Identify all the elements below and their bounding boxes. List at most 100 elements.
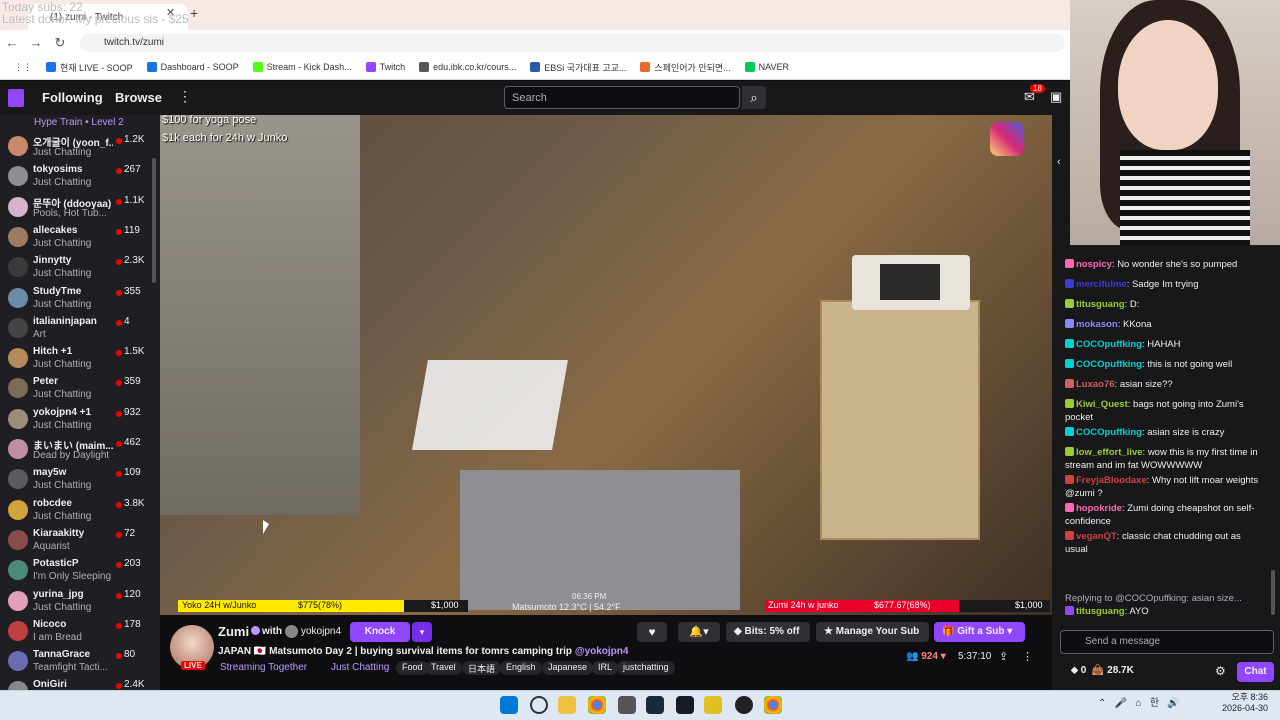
nav-following[interactable]: Following [42, 90, 103, 105]
taskbar-search-icon[interactable] [530, 696, 548, 714]
bookmark-3[interactable]: Twitch [365, 62, 405, 72]
reload-icon[interactable]: ↻ [48, 35, 72, 51]
sidebar-channel[interactable]: PotasticP I'm Only Sleeping 203 [0, 555, 152, 585]
apps-icon[interactable]: ⋮⋮ [14, 62, 32, 73]
tag-pill[interactable]: 日本語 [462, 661, 502, 675]
followed-channels-sidebar: Hype Train • Level 2 오개굴이 (yoon_f... Just… [0, 115, 160, 690]
gift-sub-button[interactable]: 🎁 Gift a Sub ▾ [934, 622, 1025, 642]
bookmark-6[interactable]: 스페인어가 안되면... [640, 61, 731, 74]
channel-points[interactable]: ⬥ 0 👜 28.7K [1071, 665, 1134, 676]
chat-username[interactable]: COCOpuffking [1076, 339, 1142, 350]
chat-scrollbar[interactable] [1271, 570, 1275, 615]
tag-pill[interactable]: Food [396, 661, 429, 675]
cohost-avatar[interactable] [285, 625, 298, 638]
chat-username[interactable]: titusguang [1076, 299, 1125, 310]
sidebar-channel[interactable]: Kiaraakitty Aquarist 72 [0, 525, 152, 555]
tag-pill[interactable]: justchatting [617, 661, 675, 675]
sidebar-channel[interactable]: may5w Just Chatting 109 [0, 464, 152, 494]
collapse-chat-icon[interactable]: ‹ [1057, 156, 1061, 168]
twitch-logo-icon[interactable] [8, 89, 24, 107]
sidebar-channel[interactable]: allecakes Just Chatting 119 [0, 222, 152, 252]
url-field[interactable]: twitch.tv/zumi [80, 34, 1065, 52]
tag-pill[interactable]: Japanese [542, 661, 594, 675]
follow-heart-icon[interactable]: ♥ [637, 622, 667, 642]
sidebar-channel[interactable]: Nicoco I am Bread 178 [0, 616, 152, 646]
chevron-down-icon[interactable]: ▾ [412, 622, 432, 642]
channel-name: italianinjapan [33, 315, 97, 327]
forward-icon[interactable]: → [24, 35, 48, 50]
chat-username[interactable]: veganQT [1076, 531, 1117, 542]
system-tray[interactable]: ⌃ 🎤 ⌂ 한 🔊 [1098, 694, 1180, 709]
more-icon[interactable]: ⋮ [178, 88, 192, 105]
wallet-icon[interactable]: ▣ [1050, 89, 1062, 105]
chat-username[interactable]: hopokride [1076, 503, 1122, 514]
app-icon[interactable] [646, 696, 664, 714]
sidebar-channel[interactable]: robcdee Just Chatting 3.8K [0, 495, 152, 525]
sidebar-channel[interactable]: yokojpn4 +1 Just Chatting 932 [0, 404, 152, 434]
chat-username[interactable]: nospicy [1076, 259, 1112, 270]
back-icon[interactable]: ← [0, 35, 24, 50]
category-link[interactable]: Just Chatting [331, 662, 389, 673]
chrome-icon[interactable] [588, 696, 606, 714]
tag-pill[interactable]: English [500, 661, 542, 675]
sidebar-channel[interactable]: Peter Just Chatting 359 [0, 373, 152, 403]
chat-username[interactable]: FreyjaBloodaxe [1076, 475, 1147, 486]
sidebar-channel[interactable]: OniGiri 2.4K [0, 676, 152, 690]
chat-username[interactable]: low_effort_live [1076, 447, 1143, 458]
bookmark-2[interactable]: Stream - Kick Dash... [252, 62, 352, 72]
chat-settings-icon[interactable]: ⚙ [1215, 664, 1226, 678]
sidebar-channel[interactable]: yurina_jpg Just Chatting 120 [0, 586, 152, 616]
cohost-name[interactable]: yokojpn4 [301, 626, 341, 637]
knock-button[interactable]: Knock [350, 622, 410, 642]
sidebar-channel[interactable]: tokyosims Just Chatting 267 [0, 161, 152, 191]
chat-send-button[interactable]: Chat [1237, 662, 1274, 682]
notification-bell-icon[interactable]: 🔔▾ [678, 622, 720, 642]
search-icon[interactable]: ⌕ [742, 86, 766, 109]
chat-username[interactable]: mokason [1076, 319, 1118, 330]
chat-username[interactable]: COCOpuffking [1076, 427, 1142, 438]
notepad-icon[interactable] [618, 696, 636, 714]
channel-avatar [8, 620, 28, 641]
chat-username[interactable]: Luxao76 [1076, 379, 1115, 390]
system-clock[interactable]: 오후 8:36 2026-04-30 [1222, 692, 1268, 714]
obs-icon[interactable] [735, 696, 753, 714]
bookmark-7[interactable]: NAVER [744, 62, 789, 72]
chat-username[interactable]: COCOpuffking [1076, 359, 1142, 370]
share-icon[interactable]: ⇪ [999, 650, 1008, 663]
tag-pill[interactable]: IRL [592, 661, 619, 675]
steam-icon[interactable] [676, 696, 694, 714]
manage-sub-button[interactable]: ★ Manage Your Sub [816, 622, 929, 642]
sidebar-scrollbar[interactable] [152, 158, 156, 283]
chat-username[interactable]: mercifulme [1076, 279, 1127, 290]
stream-title-mention[interactable]: @yokojpn4 [575, 646, 629, 657]
bookmark-4[interactable]: edu.ibk.co.kr/cours... [419, 62, 516, 72]
bookmark-1[interactable]: Dashboard - SOOP [146, 62, 239, 72]
sidebar-channel[interactable]: TannaGrace Teamfight Tacti... 80 [0, 646, 152, 676]
streamer-name[interactable]: Zumi [218, 624, 249, 639]
sidebar-channel[interactable]: StudyTme Just Chatting 355 [0, 283, 152, 313]
chrome-icon[interactable] [764, 696, 782, 714]
chat-username[interactable]: Kiwi_Quest [1076, 399, 1128, 410]
bits-button[interactable]: ◆ Bits: 5% off [726, 622, 810, 642]
sidebar-channel[interactable]: Jinnytty Just Chatting 2.3K [0, 252, 152, 282]
sidebar-channel[interactable]: 오개굴이 (yoon_f... Just Chatting 1.2K [0, 131, 152, 161]
app-icon[interactable] [704, 696, 722, 714]
sidebar-channel[interactable]: italianinjapan Art 4 [0, 313, 152, 343]
streaming-together-link[interactable]: Streaming Together [220, 662, 307, 673]
more-options-icon[interactable]: ⋮ [1022, 650, 1033, 663]
chat-input[interactable]: Send a message [1060, 630, 1274, 654]
new-tab-icon[interactable]: + [190, 5, 198, 21]
nav-browse[interactable]: Browse [115, 90, 162, 105]
sidebar-channel[interactable]: まいまい (maim... Dead by Daylight 462 [0, 434, 152, 464]
bookmark-5[interactable]: EBSi 국가대표 고교... [530, 61, 626, 74]
input-language[interactable]: 한 [1150, 698, 1159, 709]
chat-text: this is not going well [1147, 359, 1233, 370]
sidebar-channel[interactable]: Hitch +1 Just Chatting 1.5K [0, 343, 152, 373]
sidebar-channel[interactable]: 문뚜아 (ddooyaa) Pools, Hot Tub... 1.1K [0, 192, 152, 222]
start-icon[interactable] [500, 696, 518, 714]
file-explorer-icon[interactable] [558, 696, 576, 714]
tag-pill[interactable]: Travel [425, 661, 462, 675]
search-input[interactable]: Search [504, 86, 740, 109]
chat-username[interactable]: titusguang [1076, 606, 1125, 617]
bookmark-0[interactable]: 현재 LIVE - SOOP [46, 61, 133, 74]
